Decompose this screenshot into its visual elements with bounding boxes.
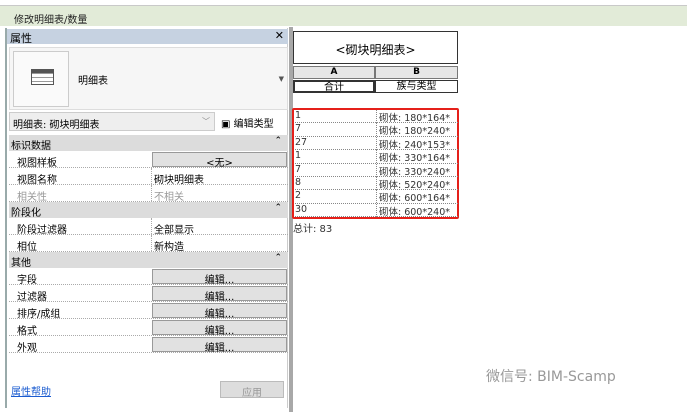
type-name: 明细表 [78,76,108,87]
property-label: 排序/成组 [17,309,61,320]
edit-type-icon: ▣ [221,119,231,130]
property-label: 外观 [17,343,37,354]
family-type-cell[interactable]: 砌体: 180*164* [376,110,450,124]
property-edit-button[interactable]: 编辑... [152,320,287,337]
column-header-count[interactable]: 合计 [293,80,375,93]
family-type-cell[interactable]: 砌体: 330*164* [376,150,450,164]
count-cell[interactable]: 2 [295,190,301,201]
apply-button[interactable]: 应用 [220,381,284,399]
family-type-cell[interactable]: 砌体: 240*153* [376,136,450,151]
property-label: 相位 [17,242,37,253]
schedule-row[interactable]: 7 砌体: 180*240* [295,123,458,137]
properties-title: 属性 [10,32,32,45]
count-cell[interactable]: 27 [295,137,307,148]
property-edit-button[interactable]: 编辑... [152,337,287,354]
family-type-cell[interactable]: 砌体: 600*240* [376,203,450,218]
schedule-icon [31,69,54,85]
collapse-icon[interactable]: ⌃ [274,253,282,263]
property-label: 相关性 [17,192,47,203]
count-cell[interactable]: 7 [295,123,301,134]
property-row: 阶段过滤器 全部显示 [9,218,288,236]
edit-type-button[interactable]: ▣ 编辑类型 [219,112,287,131]
schedule-title[interactable]: <砌块明细表> [293,31,458,64]
count-cell[interactable]: 7 [295,164,301,175]
type-selector[interactable]: 明细表 ▼ [9,47,288,110]
schedule-thumbnail [13,51,69,107]
context-ribbon-tab[interactable]: 修改明细表/数量 [0,6,687,26]
property-label: 阶段过滤器 [17,225,67,236]
properties-header: 属性 ✕ [7,29,288,45]
property-label: 字段 [17,275,37,286]
watermark: 微信号: BIM-Scamp [486,369,616,385]
property-value[interactable]: 新构造 [151,235,288,253]
property-edit-button[interactable]: 编辑... [152,303,287,320]
edit-type-label: 编辑类型 [233,119,274,130]
instance-selector[interactable]: 明细表: 砌块明细表 ﹀ [9,112,215,131]
family-type-cell[interactable]: 砌体: 180*240* [376,123,450,137]
section-header[interactable]: 阶段化 ⌃ [9,202,288,219]
schedule-row[interactable]: 7 砌体: 330*240* [295,163,458,178]
section-header[interactable]: 其他 ⌃ [9,252,288,269]
property-label: 视图样板 [17,158,57,169]
schedule-total: 总计: 83 [293,224,333,235]
count-cell[interactable]: 30 [295,204,307,215]
count-cell[interactable]: 8 [295,177,301,188]
property-row: 格式 编辑... [9,319,288,337]
property-row: 相位 新构造 [9,235,288,253]
properties-panel: 属性 ✕ 明细表 ▼ 明细表: 砌块明细表 ﹀ ▣ 编辑类型 标识数据 ⌃ 视图样板 <无… [5,28,288,408]
properties-help-link[interactable]: 属性帮助 [11,383,51,398]
property-row: 字段 编辑... [9,268,288,286]
property-value[interactable]: 全部显示 [151,218,288,236]
property-edit-button[interactable]: 编辑... [152,269,287,286]
dropdown-arrow-icon[interactable]: ▼ [279,75,284,83]
schedule-row[interactable]: 2 砌体: 600*164* [295,190,458,204]
count-cell[interactable]: 1 [295,150,301,161]
property-label: 格式 [17,326,37,337]
schedule-row[interactable]: 30 砌体: 600*240* [295,203,458,218]
column-header-family-type[interactable]: 族与类型 [375,80,458,93]
property-row: 外观 编辑... [9,336,288,354]
instance-selector-value: 明细表: 砌块明细表 [13,120,100,131]
family-type-cell[interactable]: 砌体: 520*240* [376,177,450,191]
property-row: 相关性 不相关 [9,185,288,203]
property-value: 不相关 [151,185,288,203]
highlight-box: 1 砌体: 180*164* 7 砌体: 180*240* 27 砌体: 240*153*… [292,108,459,219]
section-header[interactable]: 标识数据 ⌃ [9,135,288,152]
property-row: 视图名称 砌块明细表 [9,168,288,186]
property-value[interactable]: 砌块明细表 [151,168,288,186]
property-label: 过滤器 [17,292,47,303]
column-letter-a[interactable]: A [293,66,375,79]
family-type-cell[interactable]: 砌体: 330*240* [376,163,450,178]
schedule-row[interactable]: 1 砌体: 330*164* [295,150,458,164]
collapse-icon[interactable]: ⌃ [274,136,282,146]
collapse-icon[interactable]: ⌃ [274,203,282,213]
schedule-row[interactable]: 27 砌体: 240*153* [295,136,458,151]
property-label: 视图名称 [17,175,57,186]
property-row: 排序/成组 编辑... [9,302,288,320]
property-edit-button[interactable]: 编辑... [152,286,287,303]
property-row: 视图样板 <无> [9,151,288,169]
schedule-row[interactable]: 8 砌体: 520*240* [295,177,458,191]
schedule-row[interactable]: 1 砌体: 180*164* [295,110,458,124]
count-cell[interactable]: 1 [295,110,301,121]
property-row: 过滤器 编辑... [9,285,288,303]
chevron-down-icon: ﹀ [202,117,210,126]
column-letter-b[interactable]: B [375,66,458,79]
family-type-cell[interactable]: 砌体: 600*164* [376,190,450,204]
property-edit-button[interactable]: <无> [152,152,287,169]
close-icon[interactable]: ✕ [275,29,284,42]
